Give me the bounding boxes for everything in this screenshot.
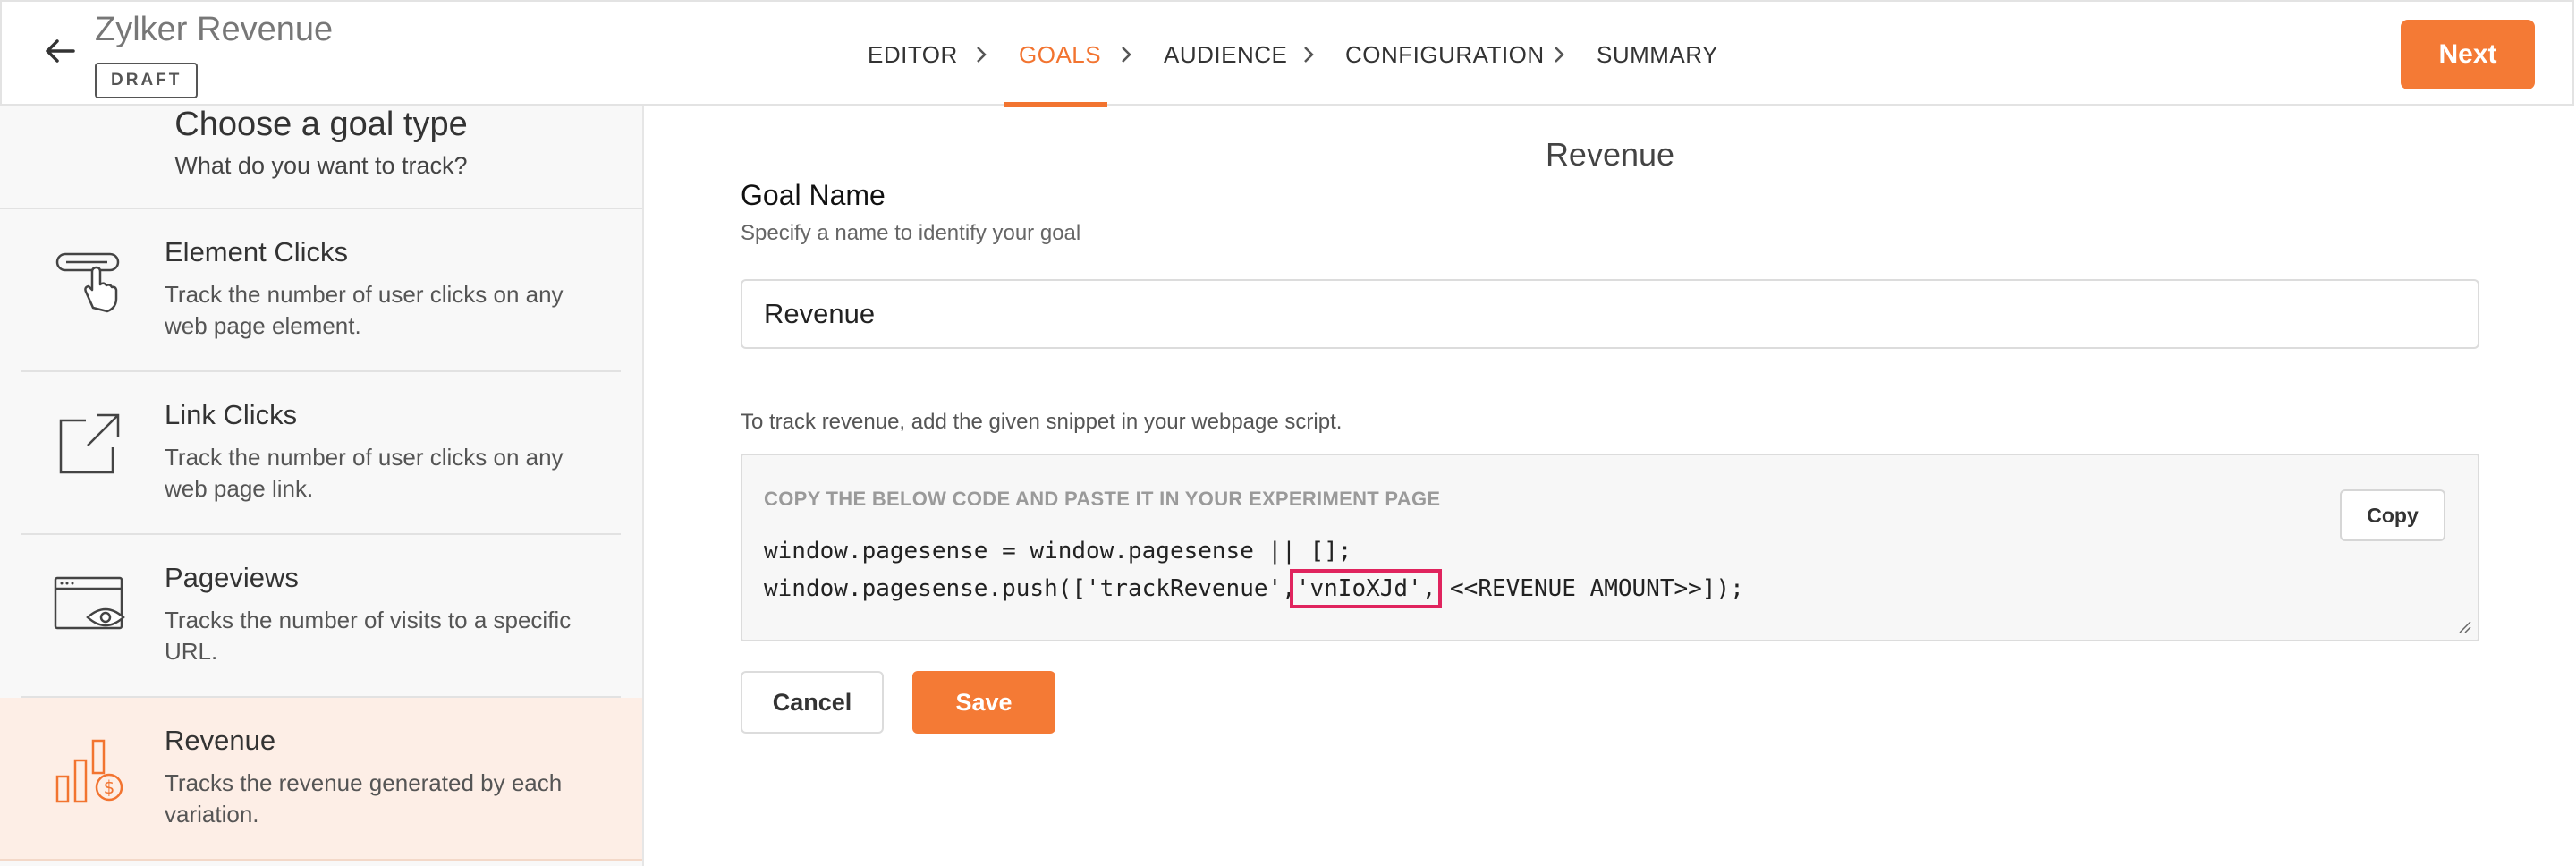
browser-eye-icon bbox=[54, 576, 125, 630]
code-line-2-suffix: <<REVENUE AMOUNT>>]); bbox=[1436, 575, 1744, 602]
goal-name-help-text: Specify a name to identify your goal bbox=[741, 221, 1081, 245]
goal-type-element-clicks[interactable]: Element Clicks Track the number of user … bbox=[21, 209, 621, 372]
copy-button[interactable]: Copy bbox=[2340, 489, 2445, 541]
next-button[interactable]: Next bbox=[2401, 20, 2535, 89]
goal-type-link-clicks[interactable]: Link Clicks Track the number of user cli… bbox=[21, 372, 621, 535]
goal-panel-title: Revenue bbox=[1545, 136, 1675, 173]
step-audience[interactable]: AUDIENCE bbox=[1164, 2, 1287, 107]
external-link-icon bbox=[59, 413, 120, 474]
step-editor[interactable]: EDITOR bbox=[868, 2, 958, 107]
goal-type-name: Link Clicks bbox=[165, 399, 298, 430]
cancel-button[interactable]: Cancel bbox=[741, 671, 884, 734]
revenue-goal-key-highlight: 'vnIoXJd', bbox=[1289, 569, 1443, 608]
element-click-icon bbox=[55, 252, 120, 313]
goal-name-label: Goal Name bbox=[741, 179, 886, 211]
revenue-chart-icon: $ bbox=[55, 739, 123, 803]
code-line-1: window.pagesense = window.pagesense || [… bbox=[764, 538, 1352, 565]
active-step-indicator bbox=[1004, 102, 1107, 107]
sidebar-subtitle: What do you want to track? bbox=[174, 152, 468, 179]
goal-name-input[interactable] bbox=[741, 279, 2479, 349]
step-goals[interactable]: GOALS bbox=[1019, 2, 1101, 107]
chevron-right-icon bbox=[977, 47, 987, 63]
top-bar: Zylker Revenue DRAFT EDITOR GOALS AUDIEN… bbox=[0, 0, 2574, 107]
goal-type-revenue[interactable]: $ Revenue Tracks the revenue generated b… bbox=[0, 698, 642, 861]
goal-type-sidebar: Choose a goal type What do you want to t… bbox=[0, 106, 644, 866]
goal-type-description: Tracks the number of visits to a specifi… bbox=[165, 607, 572, 665]
resize-handle-icon[interactable] bbox=[2456, 618, 2472, 634]
sidebar-title: Choose a goal type bbox=[174, 106, 468, 143]
code-caption: COPY THE BELOW CODE AND PASTE IT IN YOUR… bbox=[764, 488, 1441, 510]
svg-text:$: $ bbox=[104, 777, 115, 798]
goal-type-name: Revenue bbox=[165, 725, 276, 756]
step-configuration[interactable]: CONFIGURATION bbox=[1345, 2, 1545, 107]
code-line-2-prefix: window.pagesense.push(['trackRevenue', bbox=[764, 575, 1296, 602]
chevron-right-icon bbox=[1122, 47, 1131, 63]
goal-type-description: Track the number of user clicks on any w… bbox=[165, 281, 564, 339]
step-summary[interactable]: SUMMARY bbox=[1597, 2, 1718, 107]
chevron-right-icon bbox=[1304, 47, 1314, 63]
step-navigation: EDITOR GOALS AUDIENCE CONFIGURATION SUMM… bbox=[2, 2, 2572, 107]
goal-type-description: Tracks the revenue generated by each var… bbox=[165, 769, 563, 828]
code-line-2: window.pagesense.push(['trackRevenue','v… bbox=[764, 569, 1744, 608]
code-snippet-box[interactable]: COPY THE BELOW CODE AND PASTE IT IN YOUR… bbox=[741, 454, 2479, 641]
sidebar-header: Choose a goal type What do you want to t… bbox=[0, 106, 642, 209]
snippet-instruction: To track revenue, add the given snippet … bbox=[741, 410, 1343, 434]
goal-type-pageviews[interactable]: Pageviews Tracks the number of visits to… bbox=[21, 535, 621, 698]
goal-type-name: Pageviews bbox=[165, 562, 299, 593]
goal-type-name: Element Clicks bbox=[165, 236, 348, 267]
save-button[interactable]: Save bbox=[912, 671, 1055, 734]
chevron-right-icon bbox=[1555, 47, 1564, 63]
goal-type-description: Track the number of user clicks on any w… bbox=[165, 444, 564, 502]
